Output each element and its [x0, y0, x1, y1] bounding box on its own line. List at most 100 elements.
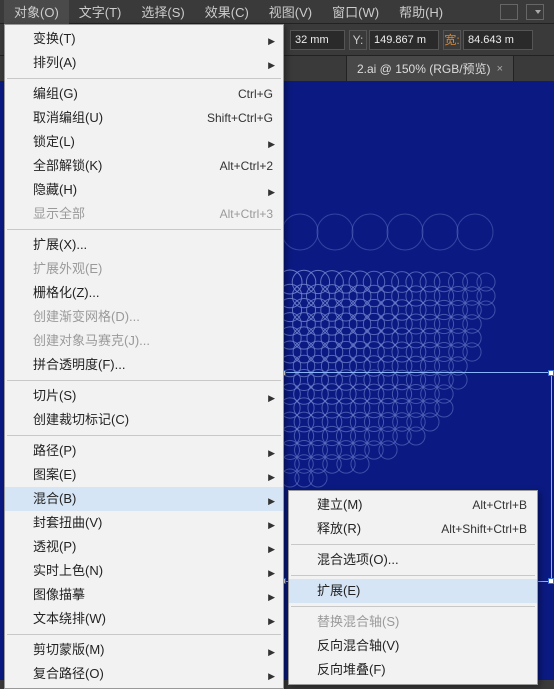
- menu-item[interactable]: 取消编组(U) Shift+Ctrl+G: [5, 106, 283, 130]
- menu-item[interactable]: 扩展(X)...: [5, 233, 283, 257]
- menu-item-label: 创建裁切标记(C): [33, 411, 129, 429]
- menu-item[interactable]: 创建裁切标记(C): [5, 408, 283, 432]
- menu-item-label: 栅格化(Z)...: [33, 284, 99, 302]
- menu-item[interactable]: 反向混合轴(V): [289, 634, 537, 658]
- menu-item[interactable]: 混合(B): [5, 487, 283, 511]
- menu-item-label: 隐藏(H): [33, 181, 77, 199]
- menu-item-label: 取消编组(U): [33, 109, 103, 127]
- menu-item[interactable]: 切片(S): [5, 384, 283, 408]
- menu-item-label: 拼合透明度(F)...: [33, 356, 125, 374]
- close-icon[interactable]: ×: [497, 63, 503, 75]
- menu-shortcut: Shift+Ctrl+G: [187, 109, 273, 127]
- menu-item-label: 扩展外观(E): [33, 260, 102, 278]
- resize-handle[interactable]: [548, 578, 554, 584]
- menu-shortcut: Alt+Ctrl+3: [200, 205, 273, 223]
- menu-item-label: 切片(S): [33, 387, 76, 405]
- workspace-icon[interactable]: [500, 4, 518, 20]
- menu-item-label: 路径(P): [33, 442, 76, 460]
- layout-dropdown-icon[interactable]: [526, 4, 544, 20]
- menu-window[interactable]: 窗口(W): [322, 0, 389, 24]
- menu-item-label: 复合路径(O): [33, 665, 104, 683]
- menu-separator: [291, 544, 535, 545]
- menu-item-label: 封套扭曲(V): [33, 514, 102, 532]
- menu-item[interactable]: 路径(P): [5, 439, 283, 463]
- menu-item-label: 创建对象马赛克(J)...: [33, 332, 150, 350]
- document-tab[interactable]: 2.ai @ 150% (RGB/预览) ×: [346, 55, 514, 81]
- menu-item-label: 全部解锁(K): [33, 157, 102, 175]
- menu-select[interactable]: 选择(S): [131, 0, 194, 24]
- menu-shortcut: Alt+Ctrl+2: [200, 157, 273, 175]
- menu-item[interactable]: 实时上色(N): [5, 559, 283, 583]
- menu-item-label: 反向混合轴(V): [317, 637, 399, 655]
- menu-shortcut: Alt+Ctrl+B: [452, 496, 527, 514]
- menu-item-label: 图像描摹: [33, 586, 85, 604]
- menu-item-label: 编组(G): [33, 85, 78, 103]
- menu-item[interactable]: 建立(M) Alt+Ctrl+B: [289, 493, 537, 517]
- menu-item[interactable]: 排列(A): [5, 51, 283, 75]
- menu-item[interactable]: 锁定(L): [5, 130, 283, 154]
- menu-separator: [7, 435, 281, 436]
- menu-item[interactable]: 图案(E): [5, 463, 283, 487]
- menu-item: 替换混合轴(S): [289, 610, 537, 634]
- menu-item-label: 文本绕排(W): [33, 610, 106, 628]
- menu-item[interactable]: 反向堆叠(F): [289, 658, 537, 682]
- menu-item-label: 混合(B): [33, 490, 76, 508]
- menu-separator: [7, 78, 281, 79]
- y-field[interactable]: [369, 30, 439, 50]
- menu-separator: [7, 380, 281, 381]
- menu-item-label: 释放(R): [317, 520, 361, 538]
- menu-item: 显示全部 Alt+Ctrl+3: [5, 202, 283, 226]
- width-label: 宽:: [443, 30, 461, 50]
- menu-item-label: 扩展(E): [317, 582, 360, 600]
- object-menu: 变换(T) 排列(A) 编组(G) Ctrl+G 取消编组(U) Shift+Ctrl+G…: [4, 24, 284, 689]
- menu-help[interactable]: 帮助(H): [389, 0, 453, 24]
- menu-item-label: 实时上色(N): [33, 562, 103, 580]
- menu-view[interactable]: 视图(V): [259, 0, 322, 24]
- menu-item-label: 扩展(X)...: [33, 236, 87, 254]
- menu-item: 创建渐变网格(D)...: [5, 305, 283, 329]
- menu-item-label: 透视(P): [33, 538, 76, 556]
- menu-item[interactable]: 栅格化(Z)...: [5, 281, 283, 305]
- x-field[interactable]: [290, 30, 345, 50]
- menu-item[interactable]: 图像描摹: [5, 583, 283, 607]
- menu-item[interactable]: 透视(P): [5, 535, 283, 559]
- menu-item-label: 建立(M): [317, 496, 363, 514]
- y-label: Y:: [349, 30, 367, 50]
- menubar: 对象(O) 文字(T) 选择(S) 效果(C) 视图(V) 窗口(W) 帮助(H…: [0, 0, 554, 24]
- menu-item[interactable]: 编组(G) Ctrl+G: [5, 82, 283, 106]
- menu-item[interactable]: 全部解锁(K) Alt+Ctrl+2: [5, 154, 283, 178]
- menu-item-label: 创建渐变网格(D)...: [33, 308, 140, 326]
- menu-item[interactable]: 扩展(E): [289, 579, 537, 603]
- menu-item: 创建对象马赛克(J)...: [5, 329, 283, 353]
- width-field[interactable]: [463, 30, 533, 50]
- menu-separator: [7, 229, 281, 230]
- menu-object[interactable]: 对象(O): [4, 0, 69, 24]
- menu-item-label: 锁定(L): [33, 133, 75, 151]
- menu-item[interactable]: 文本绕排(W): [5, 607, 283, 631]
- menu-item-label: 替换混合轴(S): [317, 613, 399, 631]
- menu-item[interactable]: 剪切蒙版(M): [5, 638, 283, 662]
- menu-item[interactable]: 封套扭曲(V): [5, 511, 283, 535]
- menu-separator: [7, 634, 281, 635]
- menu-effect[interactable]: 效果(C): [195, 0, 259, 24]
- menu-item[interactable]: 变换(T): [5, 27, 283, 51]
- menu-item[interactable]: 隐藏(H): [5, 178, 283, 202]
- menu-item[interactable]: 拼合透明度(F)...: [5, 353, 283, 377]
- menu-item-label: 变换(T): [33, 30, 76, 48]
- menu-separator: [291, 575, 535, 576]
- menu-item[interactable]: 释放(R) Alt+Shift+Ctrl+B: [289, 517, 537, 541]
- tab-label: 2.ai @ 150% (RGB/预览): [357, 60, 491, 77]
- menu-item-label: 剪切蒙版(M): [33, 641, 105, 659]
- menu-item[interactable]: 混合选项(O)...: [289, 548, 537, 572]
- menu-item-label: 图案(E): [33, 466, 76, 484]
- menu-item: 扩展外观(E): [5, 257, 283, 281]
- menu-shortcut: Alt+Shift+Ctrl+B: [421, 520, 527, 538]
- menu-item-label: 排列(A): [33, 54, 76, 72]
- menu-separator: [291, 606, 535, 607]
- menu-item[interactable]: 复合路径(O): [5, 662, 283, 686]
- menu-item-label: 混合选项(O)...: [317, 551, 399, 569]
- menu-shortcut: Ctrl+G: [218, 85, 273, 103]
- resize-handle[interactable]: [548, 370, 554, 376]
- menu-type[interactable]: 文字(T): [69, 0, 132, 24]
- menu-item-label: 显示全部: [33, 205, 85, 223]
